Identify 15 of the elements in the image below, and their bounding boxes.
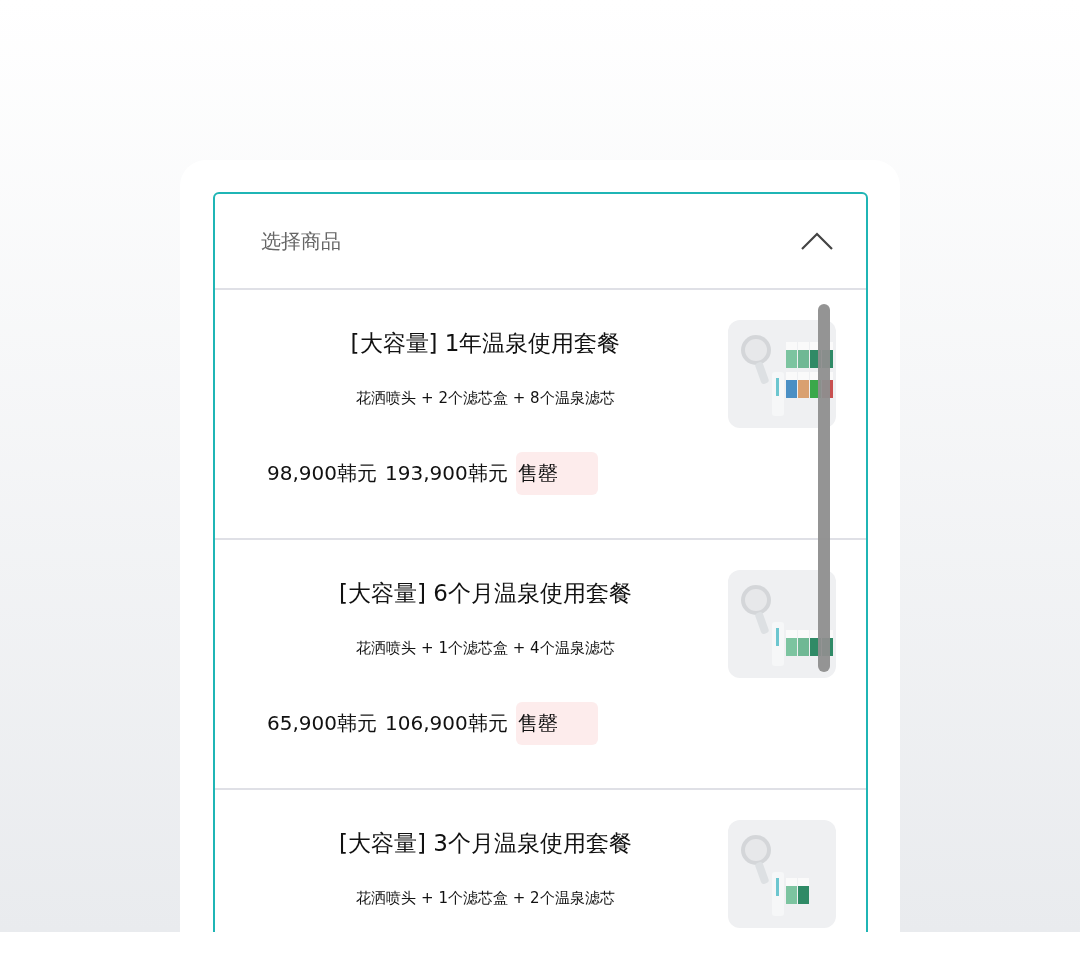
product-title[interactable]: [大容量] 1年温泉使用套餐	[350, 328, 621, 359]
sold-out-label: 售罄	[515, 702, 598, 745]
sold-out-label: 售罄	[515, 452, 598, 495]
dropdown-label: 选择商品	[261, 227, 341, 255]
product-contents: 花洒喷头 + 2个滤芯盒 + 8个温泉滤芯	[356, 389, 615, 408]
sale-price: 65,900韩元	[267, 710, 377, 737]
product-title[interactable]: [大容量] 6个月温泉使用套餐	[339, 578, 632, 609]
scrollbar[interactable]	[818, 304, 830, 672]
chevron-icon[interactable]	[800, 231, 834, 251]
original-price: 106,900韩元	[385, 710, 508, 737]
product-contents: 花洒喷头 + 1个滤芯盒 + 4个温泉滤芯	[356, 639, 615, 658]
product-contents: 花洒喷头 + 1个滤芯盒 + 2个温泉滤芯	[356, 889, 615, 908]
product-title[interactable]: [大容量] 3个月温泉使用套餐	[339, 828, 632, 859]
sale-price: 98,900韩元	[267, 460, 377, 487]
original-price: 193,900韩元	[385, 460, 508, 487]
